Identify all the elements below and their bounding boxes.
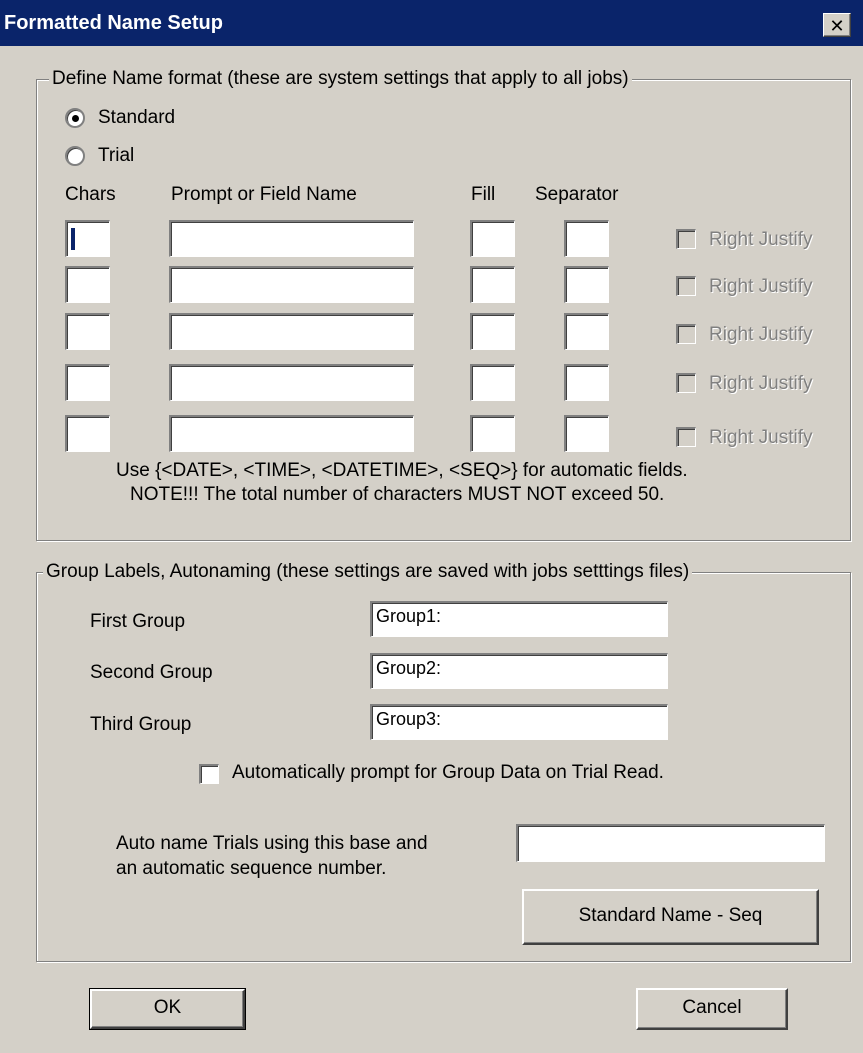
chars-field-4[interactable] xyxy=(65,364,110,401)
fill-field-4[interactable] xyxy=(470,364,515,401)
second-group-label: Second Group xyxy=(90,662,213,683)
prompt-field-3[interactable] xyxy=(169,313,414,350)
chars-field-2[interactable] xyxy=(65,266,110,303)
right-justify-checkbox-2[interactable] xyxy=(676,276,696,296)
trial-radio-label[interactable]: Trial xyxy=(98,145,134,167)
right-justify-label-1: Right Justify xyxy=(709,229,813,250)
third-group-field[interactable]: Group3: xyxy=(370,704,668,740)
auto-name-base-field[interactable] xyxy=(516,824,825,862)
third-group-label: Third Group xyxy=(90,714,192,735)
prompt-field-2[interactable] xyxy=(169,266,414,303)
chars-column-header: Chars xyxy=(65,184,116,205)
prompt-field-5[interactable] xyxy=(169,415,414,452)
right-justify-label-2: Right Justify xyxy=(709,276,813,297)
first-group-field[interactable]: Group1: xyxy=(370,601,668,637)
trial-radio[interactable] xyxy=(65,146,85,166)
right-justify-label-5: Right Justify xyxy=(709,427,813,448)
prompt-column-header: Prompt or Field Name xyxy=(171,184,357,205)
standard-name-seq-button[interactable]: Standard Name - Seq xyxy=(522,889,819,945)
right-justify-checkbox-1[interactable] xyxy=(676,229,696,249)
separator-field-5[interactable] xyxy=(564,415,609,452)
right-justify-label-3: Right Justify xyxy=(709,324,813,345)
auto-prompt-checkbox[interactable] xyxy=(199,764,219,784)
separator-field-3[interactable] xyxy=(564,313,609,350)
name-format-group-legend: Define Name format (these are system set… xyxy=(49,68,632,90)
cancel-button[interactable]: Cancel xyxy=(636,988,788,1030)
separator-field-1[interactable] xyxy=(564,220,609,257)
standard-radio-label[interactable]: Standard xyxy=(98,107,175,129)
title-bar: Formatted Name Setup ✕ xyxy=(0,0,863,46)
first-group-label: First Group xyxy=(90,611,186,632)
prompt-field-1[interactable] xyxy=(169,220,414,257)
close-icon: ✕ xyxy=(829,16,845,36)
fill-field-2[interactable] xyxy=(470,266,515,303)
fill-column-header: Fill xyxy=(471,184,496,205)
standard-radio[interactable] xyxy=(65,108,85,128)
chars-field-5[interactable] xyxy=(65,415,110,452)
second-group-field[interactable]: Group2: xyxy=(370,653,668,689)
right-justify-checkbox-4[interactable] xyxy=(676,373,696,393)
fill-field-3[interactable] xyxy=(470,313,515,350)
right-justify-label-4: Right Justify xyxy=(709,373,813,394)
chars-field-3[interactable] xyxy=(65,313,110,350)
automatic-fields-note: Use {<DATE>, <TIME>, <DATETIME>, <SEQ>} … xyxy=(116,460,688,481)
text-caret xyxy=(71,228,75,250)
separator-field-2[interactable] xyxy=(564,266,609,303)
auto-name-description-line2: an automatic sequence number. xyxy=(116,858,387,879)
prompt-field-4[interactable] xyxy=(169,364,414,401)
window-title: Formatted Name Setup xyxy=(4,12,223,34)
ok-button[interactable]: OK xyxy=(89,988,246,1030)
auto-name-description-line1: Auto name Trials using this base and xyxy=(116,833,428,854)
close-button[interactable]: ✕ xyxy=(823,13,851,37)
fill-field-1[interactable] xyxy=(470,220,515,257)
right-justify-checkbox-5[interactable] xyxy=(676,427,696,447)
group-labels-group-legend: Group Labels, Autonaming (these settings… xyxy=(43,561,693,583)
separator-column-header: Separator xyxy=(535,184,619,205)
fill-field-5[interactable] xyxy=(470,415,515,452)
right-justify-checkbox-3[interactable] xyxy=(676,324,696,344)
auto-prompt-label[interactable]: Automatically prompt for Group Data on T… xyxy=(232,762,664,784)
separator-field-4[interactable] xyxy=(564,364,609,401)
char-limit-note: NOTE!!! The total number of characters M… xyxy=(130,484,665,505)
